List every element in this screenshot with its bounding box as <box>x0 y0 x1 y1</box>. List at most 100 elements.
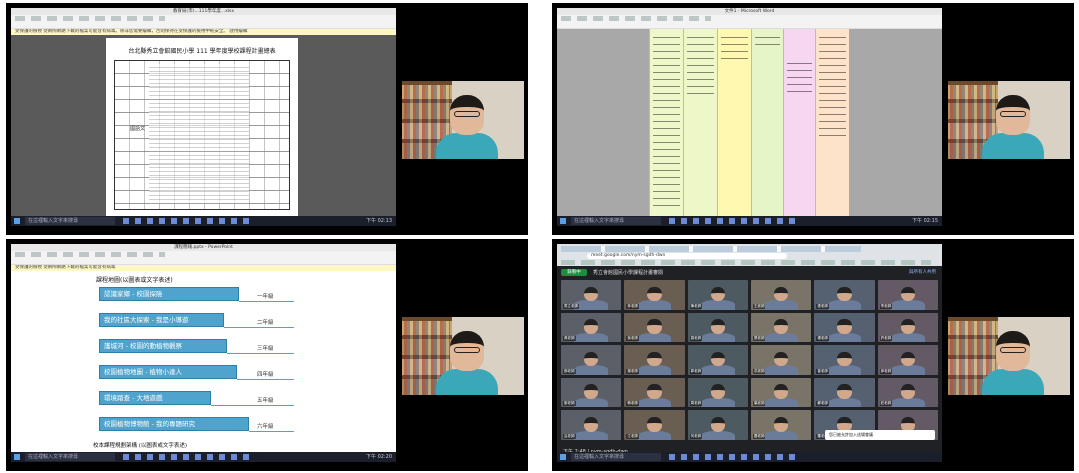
participant-name: 曾老師 <box>816 368 829 374</box>
slide: 課程地圖(以圖表或文字表述) 認識家鄉 - 校園探險 一年級 我的社區大探索 -… <box>11 271 396 452</box>
taskbar-apps[interactable] <box>669 218 799 224</box>
meeting-title: 秀立會館國民小學課程計畫審閱 <box>593 270 664 276</box>
participant-tile[interactable]: 蕭老師 <box>750 410 812 440</box>
participant-name: 鄭老師 <box>563 368 576 374</box>
shared-screen: 文件1 - Microsoft Word 在這裡輸入文字來搜尋 下午 02:15 <box>557 8 942 226</box>
taskbar: 在這裡輸入文字來搜尋 下午 02:15 <box>557 216 942 226</box>
windows-icon[interactable] <box>14 454 20 460</box>
taskbar-search[interactable]: 在這裡輸入文字來搜尋 <box>571 217 661 225</box>
participant-tile[interactable]: 劉老師 <box>687 312 748 343</box>
participant-name: 郭老師 <box>689 368 703 374</box>
taskbar-apps[interactable] <box>123 218 253 224</box>
webcam-video <box>402 81 524 159</box>
participant-tile[interactable]: 林老師 <box>624 280 685 310</box>
windows-icon[interactable] <box>14 218 20 224</box>
taskbar-search[interactable]: 在這裡輸入文字來搜尋 <box>25 453 115 461</box>
shared-screen: meet.google.com/nym-sgdh-dwn 錄製中 秀立會館國民小… <box>557 244 942 462</box>
participant-tile[interactable]: 呂老師 <box>561 410 622 440</box>
participant-name: 呂老師 <box>563 434 576 439</box>
participant-name: 廖老師 <box>563 401 576 407</box>
participant-tile[interactable]: 洪老師 <box>750 345 812 375</box>
ribbon[interactable] <box>11 251 396 265</box>
participant-tile[interactable]: 鄭老師 <box>561 345 622 375</box>
participant-tile[interactable]: 陳老師 <box>687 280 748 310</box>
participant-tile[interactable]: 邱老師 <box>877 345 938 375</box>
participant-tile[interactable]: 周老師 <box>687 377 748 408</box>
shared-screen: 課程簡報.pptx - PowerPoint 受保護的檢視 從網際網路下載的檔案… <box>11 244 396 462</box>
participant-name: 林老師 <box>626 303 639 309</box>
window-title: 課程簡報.pptx - PowerPoint <box>11 244 396 251</box>
participant-tile[interactable]: 王老師 <box>750 280 812 310</box>
taskbar-search[interactable]: 在這裡輸入文字來搜尋 <box>25 217 115 225</box>
participant-name: 秀立老師 <box>563 303 579 309</box>
windows-icon[interactable] <box>560 454 566 460</box>
grade-label: 三年級 <box>257 346 274 352</box>
participant-name: 許老師 <box>879 336 893 342</box>
share-label[interactable]: 與所有人共用 <box>909 269 936 275</box>
participant-tile[interactable]: 莊老師 <box>877 377 938 408</box>
ribbon[interactable] <box>11 15 396 29</box>
participant-tile[interactable]: 張老師 <box>814 280 875 310</box>
taskbar-apps[interactable] <box>669 454 799 460</box>
column-1 <box>649 29 683 216</box>
participant-tile[interactable]: 廖老師 <box>561 377 622 408</box>
participant-name: 江老師 <box>626 434 639 439</box>
participant-name: 張老師 <box>816 303 829 309</box>
step-box: 認識家鄉 - 校園探險 <box>99 287 239 301</box>
step-box: 我的社區大探索 - 我是小導遊 <box>99 313 224 327</box>
participant-name: 何老師 <box>689 434 703 439</box>
participant-name: 蕭老師 <box>752 434 766 439</box>
taskbar: 在這裡輸入文字來搜尋 <box>557 452 942 462</box>
clock: 下午 02:13 <box>366 218 392 224</box>
participant-tile[interactable]: 何老師 <box>687 410 748 440</box>
taskbar-apps[interactable] <box>123 454 253 460</box>
participant-name: 王老師 <box>752 303 766 309</box>
participant-tile[interactable]: 郭老師 <box>687 345 748 375</box>
column-3 <box>717 29 751 216</box>
step-connector <box>249 431 294 432</box>
step-connector <box>237 379 294 380</box>
participant-name: 謝老師 <box>626 368 639 374</box>
toast: 您已被允許加入這場會議 <box>825 430 935 440</box>
step-connector <box>211 405 294 406</box>
slide-heading: 課程地圖(以圖表或文字表述) <box>96 277 173 284</box>
participant-tile[interactable]: 蔡老師 <box>750 312 812 343</box>
participant-name: 楊老師 <box>816 336 829 342</box>
address-bar[interactable]: meet.google.com/nym-sgdh-dwn <box>587 253 787 259</box>
participant-tile[interactable]: 秀立老師 <box>561 280 622 310</box>
clock: 下午 02:15 <box>912 218 938 224</box>
screenshot-grid: 教育局(市)...111學年度...xlsx 受保護的檢視 從網際網路下載的檔案… <box>0 0 1079 473</box>
step-box: 校園植物博物館 - 我的專題研究 <box>99 417 249 431</box>
ribbon[interactable] <box>557 15 942 29</box>
participant-tile[interactable]: 葉老師 <box>750 377 812 408</box>
participant-tile[interactable]: 許老師 <box>877 312 938 343</box>
grade-label: 二年級 <box>257 320 274 326</box>
participant-tile[interactable]: 曾老師 <box>814 345 875 375</box>
window-title: 教育局(市)...111學年度...xlsx <box>11 8 396 15</box>
webcam-video <box>948 317 1070 395</box>
participant-grid: 秀立老師 林老師 陳老師 王老師 張老師 李老師黃老師 吳老師 劉老師 蔡老師 楊老師 許老師鄭老師… <box>561 280 938 440</box>
participant-tile[interactable]: 李老師 <box>877 280 938 310</box>
participant-tile[interactable]: 謝老師 <box>624 345 685 375</box>
window-title: 文件1 - Microsoft Word <box>557 8 942 15</box>
column-6 <box>815 29 849 216</box>
participant-tile[interactable]: 吳老師 <box>624 312 685 343</box>
participant-tile[interactable]: 黃老師 <box>561 312 622 343</box>
bookmarks-bar[interactable] <box>561 260 931 265</box>
participant-tile[interactable]: 蘇老師 <box>814 377 875 408</box>
windows-icon[interactable] <box>560 218 566 224</box>
participant-name: 蔡老師 <box>752 336 766 342</box>
browser-tabs[interactable] <box>561 246 861 252</box>
grade-label: 六年級 <box>257 424 274 430</box>
participant-tile[interactable]: 江老師 <box>624 410 685 440</box>
participant-name: 蘇老師 <box>816 401 829 407</box>
quadrant-meet-view: meet.google.com/nym-sgdh-dwn 錄製中 秀立會館國民小… <box>552 239 1074 471</box>
participant-tile[interactable]: 楊老師 <box>814 312 875 343</box>
participant-tile[interactable]: 賴老師 <box>624 377 685 408</box>
participant-name: 洪老師 <box>752 368 766 374</box>
participant-name: 莊老師 <box>879 401 893 407</box>
browser-chrome: meet.google.com/nym-sgdh-dwn <box>557 244 942 266</box>
taskbar-search[interactable]: 在這裡輸入文字來搜尋 <box>571 453 661 461</box>
grade-label: 五年級 <box>257 398 274 404</box>
step-connector <box>227 353 294 354</box>
